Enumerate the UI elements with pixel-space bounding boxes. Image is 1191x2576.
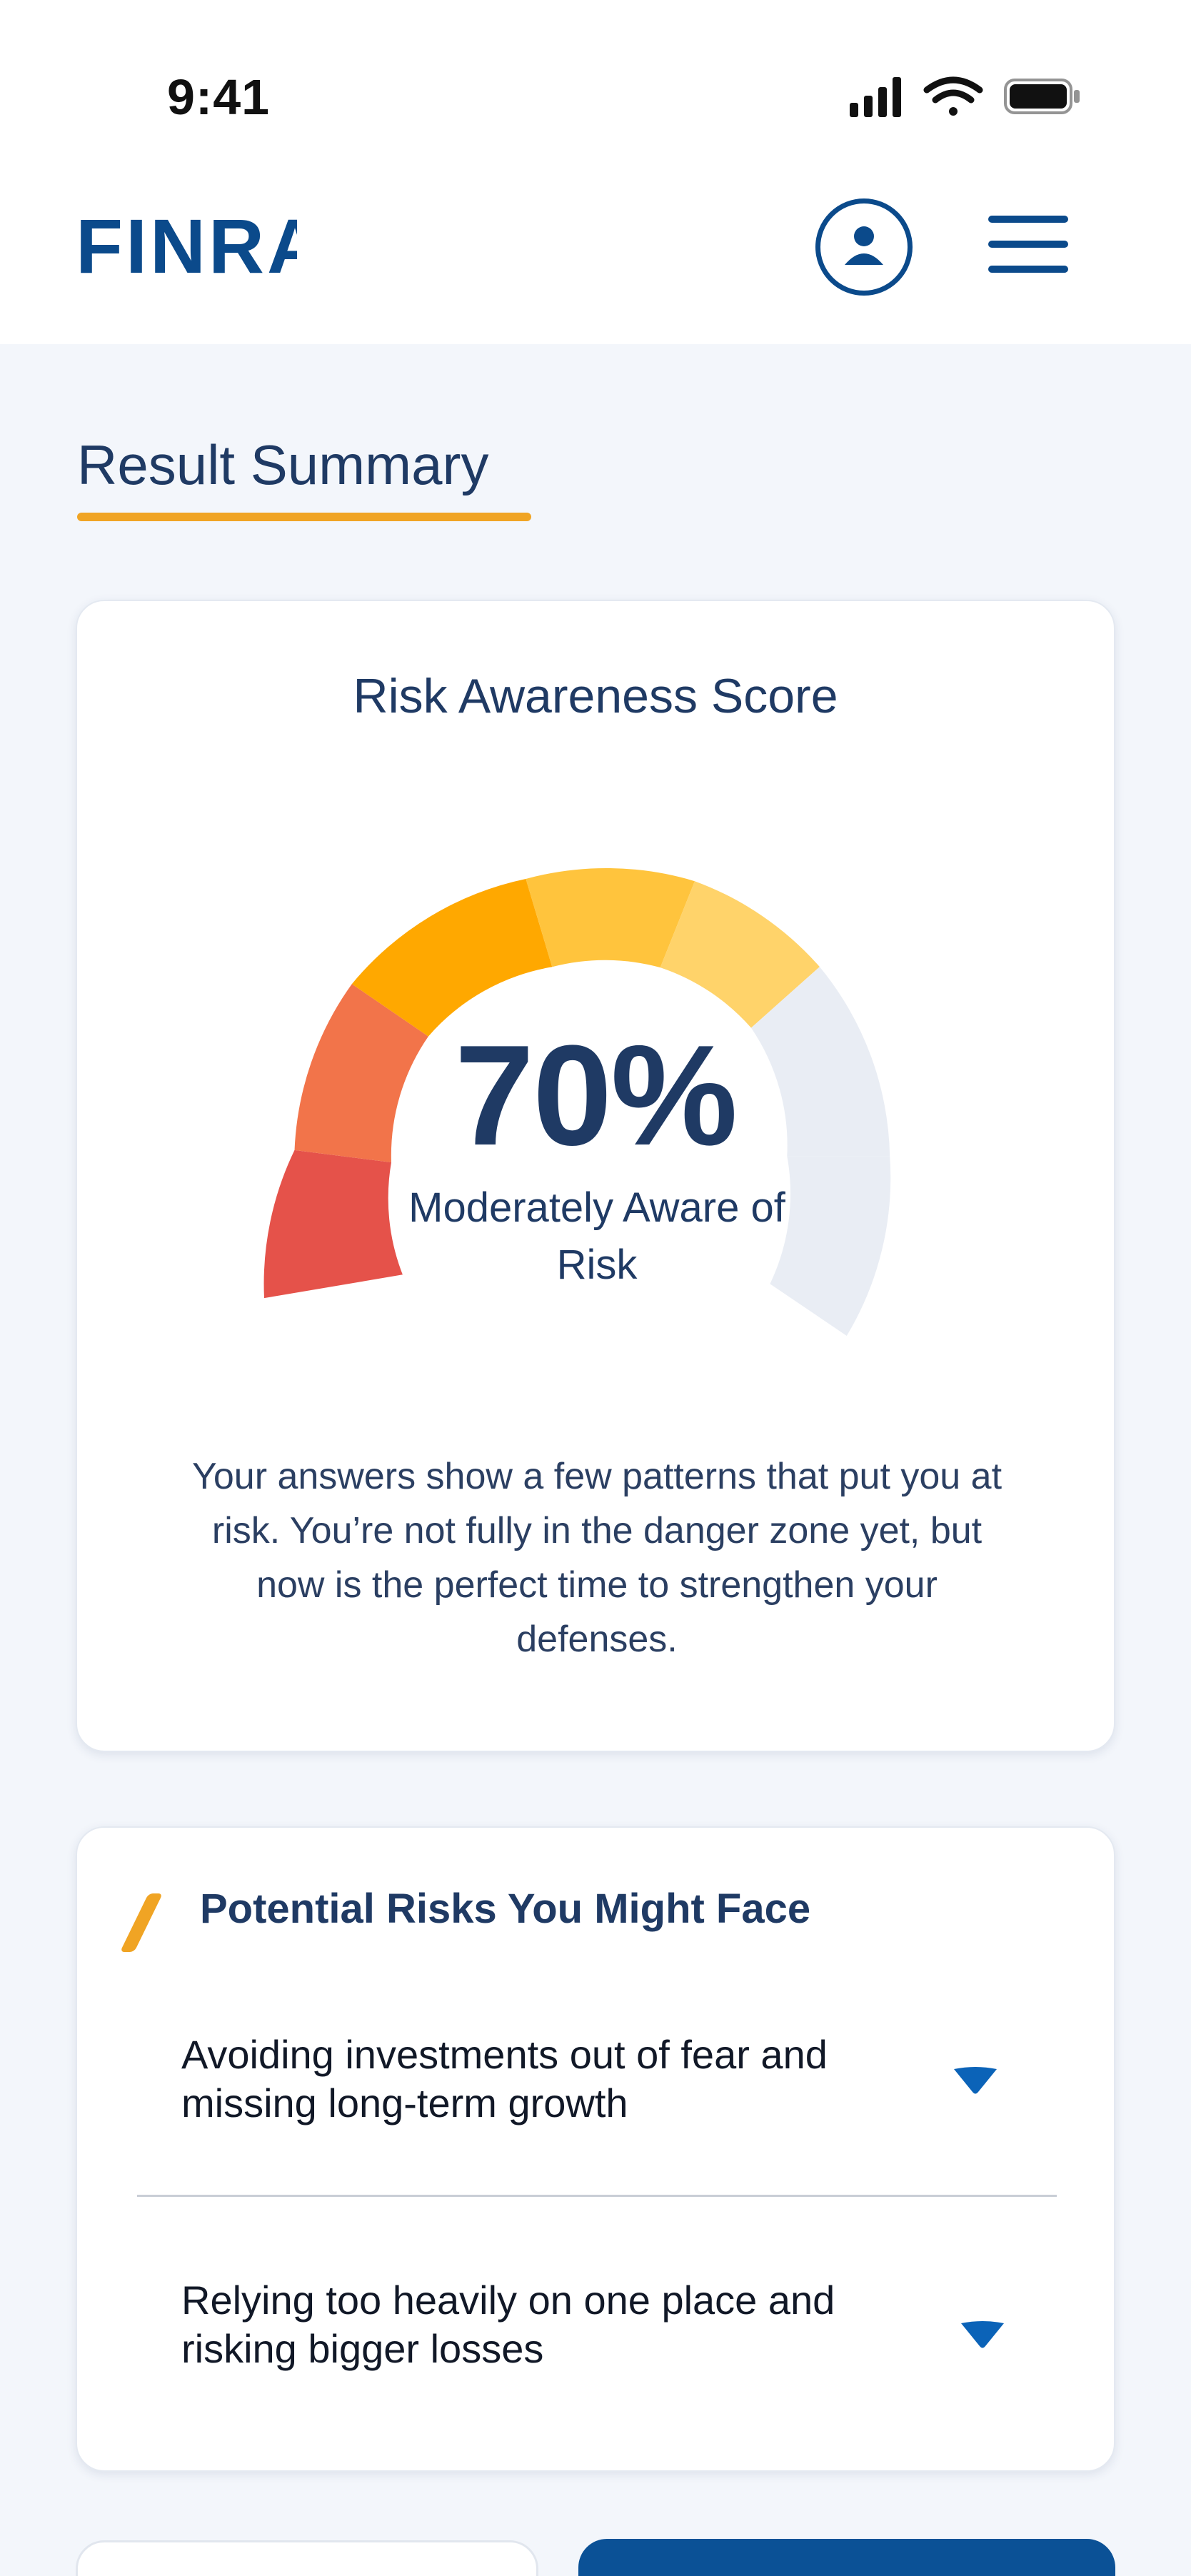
signal-icon — [850, 77, 901, 117]
page-title: Result Summary — [77, 433, 489, 496]
risks-card-title: Potential Risks You Might Face — [200, 1886, 811, 1932]
hamburger-menu-icon[interactable] — [985, 214, 1071, 274]
score-level-label: Moderately Aware of Risk — [408, 1184, 785, 1288]
chevron-down-icon[interactable] — [957, 2318, 1008, 2352]
title-underline — [77, 513, 531, 521]
finra-logo[interactable]: FINRA — [76, 213, 297, 280]
chevron-down-icon[interactable] — [950, 2063, 1001, 2098]
risk-score-card: Risk Awareness Score 70% Moderately Awar… — [76, 600, 1115, 1752]
battery-icon — [1004, 79, 1080, 114]
app-header: 9:41 FINRA — [0, 0, 1191, 344]
primary-action-button[interactable] — [578, 2539, 1115, 2576]
score-percentage: 70% — [454, 1016, 738, 1175]
status-icons — [850, 76, 1080, 117]
user-icon — [845, 226, 883, 265]
potential-risks-card: Potential Risks You Might Face Avoiding … — [76, 1826, 1115, 2472]
score-description: Your answers show a few patterns that pu… — [191, 1456, 1002, 1660]
result-summary-screen: 9:41 FINRA — [0, 0, 1191, 2576]
risk-item-concentration[interactable]: Relying too heavily on one place and ris… — [181, 2276, 938, 2373]
risk-item-avoiding-investments[interactable]: Avoiding investments out of fear and mis… — [181, 2031, 938, 2128]
svg-text:FINRA: FINRA — [76, 213, 297, 280]
status-time: 9:41 — [167, 69, 271, 125]
risk-divider — [137, 2195, 1057, 2197]
secondary-action-button[interactable] — [76, 2540, 538, 2576]
wifi-icon — [923, 76, 983, 116]
profile-button[interactable] — [815, 198, 913, 296]
accent-slash-icon — [120, 1893, 163, 1952]
